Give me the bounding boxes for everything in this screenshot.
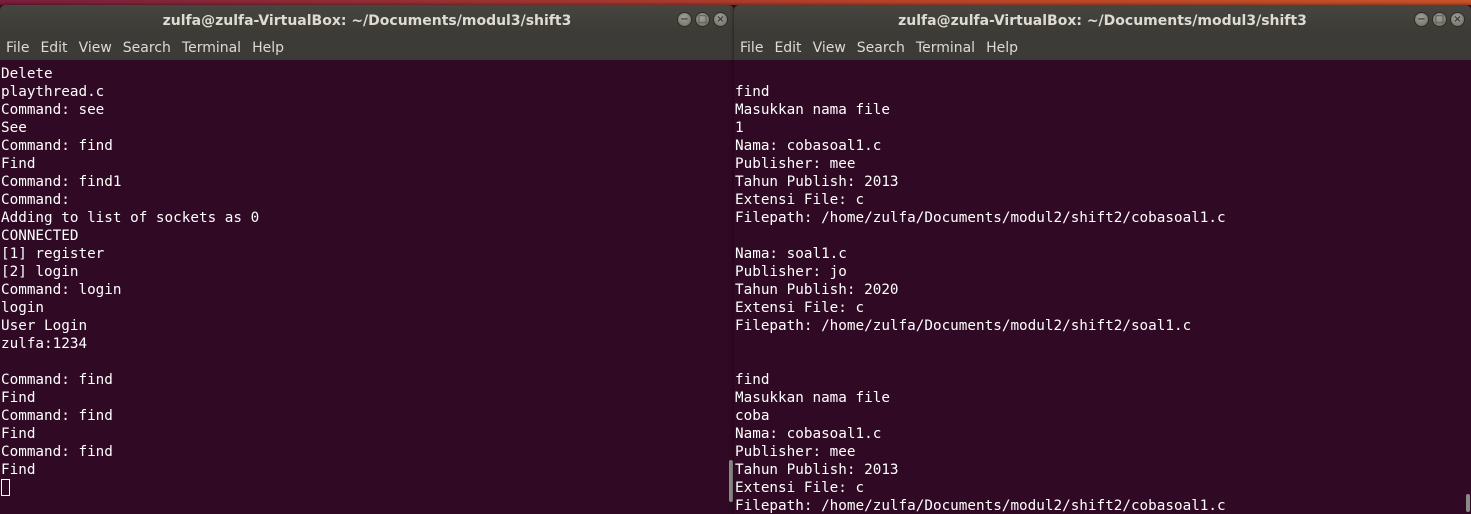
terminal-output[interactable]: find Masukkan nama file 1 Nama: cobasoal1.c… [734, 60, 1463, 514]
terminal-line: Publisher: mee [735, 156, 856, 172]
minimize-icon[interactable]: − [1414, 12, 1429, 27]
terminal-line: Publisher: mee [735, 444, 856, 460]
menubar: File Edit View Search Terminal Help [0, 36, 734, 60]
terminal-line: coba [735, 408, 770, 424]
terminal-line: Find [1, 462, 36, 478]
menubar: File Edit View Search Terminal Help [734, 36, 1471, 60]
terminal-line: Masukkan nama file [735, 102, 890, 118]
terminal-line: CONNECTED [1, 228, 79, 244]
terminal-line: Filepath: /home/zulfa/Documents/modul2/s… [735, 318, 1192, 334]
menu-terminal[interactable]: Terminal [182, 40, 241, 56]
terminal-line: Extensi File: c [735, 480, 865, 496]
terminal-line: Command: login [1, 282, 122, 298]
terminal-line: login [1, 300, 45, 316]
terminal-line: Nama: cobasoal1.c [735, 426, 882, 442]
window-title: zulfa@zulfa-VirtualBox: ~/Documents/modu… [162, 12, 572, 29]
terminal-line: Command: find [1, 444, 113, 460]
terminal-line: Extensi File: c [735, 192, 865, 208]
menu-edit[interactable]: Edit [774, 40, 801, 56]
terminal-line: Extensi File: c [735, 300, 865, 316]
menu-view[interactable]: View [79, 40, 112, 56]
scrollbar-thumb[interactable] [1466, 494, 1470, 512]
maximize-icon[interactable]: □ [1432, 12, 1447, 27]
scrollbar[interactable] [1463, 60, 1471, 514]
cursor-icon [1, 479, 10, 496]
terminal-line: find [735, 372, 770, 388]
menu-terminal[interactable]: Terminal [916, 40, 975, 56]
terminal-line: Nama: soal1.c [735, 246, 847, 262]
terminal-line: Command: [1, 192, 70, 208]
maximize-icon[interactable]: □ [695, 12, 710, 27]
terminal-line: playthread.c [1, 84, 105, 100]
menu-search[interactable]: Search [857, 40, 905, 56]
menu-edit[interactable]: Edit [40, 40, 67, 56]
titlebar[interactable]: zulfa@zulfa-VirtualBox: ~/Documents/modu… [734, 5, 1471, 36]
terminal-line: Tahun Publish: 2020 [735, 282, 899, 298]
minimize-icon[interactable]: − [677, 12, 692, 27]
terminal-window-right[interactable]: zulfa@zulfa-VirtualBox: ~/Documents/modu… [734, 5, 1471, 514]
scrollbar-thumb[interactable] [729, 460, 733, 502]
menu-search[interactable]: Search [123, 40, 171, 56]
terminal-line: Adding to list of sockets as 0 [1, 210, 260, 226]
menu-file[interactable]: File [6, 40, 29, 56]
terminal-line: Masukkan nama file [735, 390, 890, 406]
terminal-line: Command: see [1, 102, 105, 118]
terminal-line: Command: find1 [1, 174, 122, 190]
terminal-line: User Login [1, 318, 88, 334]
terminal-line: Command: find [1, 138, 113, 154]
terminal-line: [1] register [1, 246, 105, 262]
menu-help[interactable]: Help [252, 40, 284, 56]
terminal-line: Command: find [1, 372, 113, 388]
terminal-line: zulfa:1234 [1, 336, 88, 352]
terminal-output[interactable]: Delete playthread.c Command: see See Command… [0, 60, 726, 514]
menu-help[interactable]: Help [986, 40, 1018, 56]
terminal-line: 1 [735, 120, 744, 136]
terminal-line: Tahun Publish: 2013 [735, 462, 899, 478]
close-icon[interactable]: × [713, 12, 728, 27]
terminal-line: Find [1, 426, 36, 442]
terminal-line: Find [1, 390, 36, 406]
terminal-line: Nama: cobasoal1.c [735, 138, 882, 154]
close-icon[interactable]: × [1450, 12, 1465, 27]
menu-view[interactable]: View [813, 40, 846, 56]
terminal-line: See [1, 120, 27, 136]
terminal-line: Filepath: /home/zulfa/Documents/modul2/s… [735, 498, 1226, 514]
terminal-line: Command: find [1, 408, 113, 424]
window-controls: − □ × [1414, 12, 1465, 27]
terminal-line: find [735, 84, 770, 100]
window-title: zulfa@zulfa-VirtualBox: ~/Documents/modu… [898, 12, 1307, 29]
terminal-line: Publisher: jo [735, 264, 847, 280]
terminal-line: Tahun Publish: 2013 [735, 174, 899, 190]
titlebar[interactable]: zulfa@zulfa-VirtualBox: ~/Documents/modu… [0, 5, 734, 36]
window-controls: − □ × [677, 12, 728, 27]
scrollbar[interactable] [726, 60, 734, 514]
terminal-window-left[interactable]: zulfa@zulfa-VirtualBox: ~/Documents/modu… [0, 5, 734, 514]
menu-file[interactable]: File [740, 40, 763, 56]
terminal-line: Filepath: /home/zulfa/Documents/modul2/s… [735, 210, 1226, 226]
terminal-line: [2] login [1, 264, 79, 280]
prompt-line[interactable] [1, 479, 726, 497]
terminal-line: Delete [1, 66, 53, 82]
terminal-line: Find [1, 156, 36, 172]
